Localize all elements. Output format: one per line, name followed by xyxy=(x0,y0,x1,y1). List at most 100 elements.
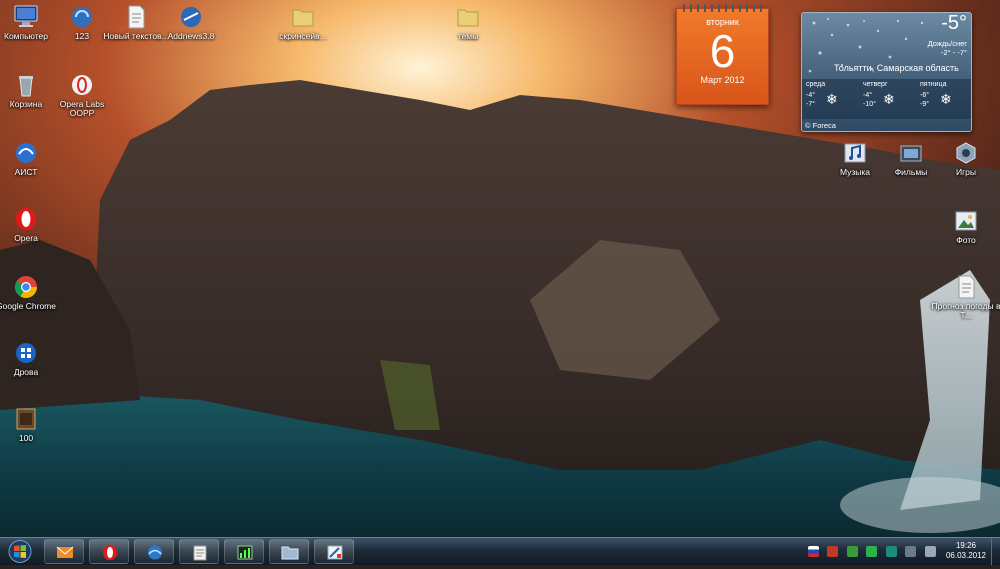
folder-icon xyxy=(455,4,481,30)
movies-icon xyxy=(898,140,924,166)
desktop-icon-label: АИСТ xyxy=(14,167,38,177)
desktop-icon-addnews[interactable]: Addnews3.8 xyxy=(156,4,226,41)
desktop-icon-label: Opera Labs OOPP xyxy=(59,99,105,118)
snow-icon: ❄ xyxy=(883,91,895,107)
app-icon xyxy=(69,4,95,30)
snow-icon: ❄ xyxy=(940,91,952,107)
forecast-day-name: четверг xyxy=(863,81,888,88)
forecast-temps: -4° -10° xyxy=(863,91,876,109)
taskbar-task-manager-button[interactable] xyxy=(224,539,264,564)
photo-icon xyxy=(953,208,979,234)
clock-time: 19:26 xyxy=(955,541,976,550)
weather-location: Тольятти, Самарская область xyxy=(834,63,959,73)
system-tray xyxy=(808,543,940,561)
forecast-low: -9° xyxy=(920,101,930,108)
show-desktop-button[interactable] xyxy=(991,538,1000,565)
desktop-icon-label: 100 xyxy=(18,433,34,443)
start-button[interactable] xyxy=(2,539,38,564)
weather-condition-text: Дождь/снег xyxy=(927,39,967,48)
tray-agent-icon[interactable] xyxy=(866,546,878,558)
taskbar-explorer-button[interactable] xyxy=(269,539,309,564)
desktop-icon-opera[interactable]: Opera xyxy=(0,206,61,243)
calendar-rings xyxy=(683,4,762,12)
snow-icon: ❄ xyxy=(826,91,838,107)
forecast-high: -4° xyxy=(863,92,873,99)
taskbar-browser-button[interactable] xyxy=(134,539,174,564)
taskbar-clock[interactable]: 19:26 06.03.2012 xyxy=(946,541,986,561)
desktop-icon-screensaver-folder[interactable]: скринсейв... xyxy=(268,4,338,41)
volume-icon[interactable] xyxy=(924,546,936,558)
taskbar: 19:26 06.03.2012 xyxy=(0,537,1000,565)
addnews-icon xyxy=(178,4,204,30)
desktop-icon-chrome[interactable]: Google Chrome xyxy=(0,274,61,311)
weather-gadget[interactable]: -5° Дождь/снег -2° - -7° Тольятти, Самар… xyxy=(801,12,972,132)
desktop-icon-weather-forecast[interactable]: Прогноз погоды в Т... xyxy=(931,274,1000,320)
calendar-month: Март 2012 xyxy=(700,75,745,85)
desktop-icon-label: Google Chrome xyxy=(0,301,56,311)
desktop-icon-label: Дрова xyxy=(13,367,39,377)
games-icon xyxy=(953,140,979,166)
forecast-high: -4° xyxy=(806,92,816,99)
text-document-icon xyxy=(123,4,149,30)
drivers-icon xyxy=(13,340,39,366)
recycle-bin-icon xyxy=(13,72,39,98)
forecast-day: четверг -4° -10° ❄ xyxy=(859,81,913,108)
desktop-icon-label: Opera xyxy=(14,233,38,243)
aist-icon xyxy=(13,140,39,166)
weather-credit-link[interactable]: © Foreca xyxy=(805,121,836,130)
clock-date: 06.03.2012 xyxy=(945,551,986,560)
tray-sync-icon[interactable] xyxy=(846,546,858,558)
forecast-document-icon xyxy=(953,274,979,300)
language-flag-icon[interactable] xyxy=(808,546,819,558)
folder-icon xyxy=(290,4,316,30)
forecast-low: -10° xyxy=(863,101,876,108)
calendar-gadget[interactable]: вторник 6 Март 2012 xyxy=(676,4,769,105)
desktop-icon-label: Фото xyxy=(956,235,976,245)
opera-icon xyxy=(13,206,39,232)
shield-icon[interactable] xyxy=(885,546,897,558)
taskbar-opera-button[interactable] xyxy=(89,539,129,564)
desktop-icon-label: Игры xyxy=(955,167,977,177)
forecast-day: среда -4° -7° ❄ xyxy=(802,81,856,108)
desktop-icon-label: Addnews3.8 xyxy=(167,31,215,41)
forecast-day: пятница -6° -9° ❄ xyxy=(916,81,970,108)
game-icon xyxy=(13,406,39,432)
weather-forecast: среда -4° -7° ❄ четверг -4° -10° ❄ пятница… xyxy=(802,79,971,119)
explorer-folder-icon xyxy=(281,546,299,560)
desktop-icon-themes-folder[interactable]: темы xyxy=(433,4,503,41)
paint-icon xyxy=(327,545,343,560)
forecast-temps: -4° -7° xyxy=(806,91,815,109)
network-icon[interactable] xyxy=(905,546,917,558)
mail-icon xyxy=(56,546,74,558)
computer-icon xyxy=(13,4,39,30)
weather-range: -2° - -7° xyxy=(940,48,967,57)
forecast-low: -7° xyxy=(806,101,816,108)
desktop-icon-100[interactable]: 100 xyxy=(0,406,61,443)
weather-condition: Дождь/снег -2° - -7° xyxy=(928,39,967,57)
desktop-icon-drivers[interactable]: Дрова xyxy=(0,340,61,377)
opera-labs-icon xyxy=(69,72,95,98)
taskbar-notepad-button[interactable] xyxy=(179,539,219,564)
opera-icon xyxy=(103,544,117,561)
desktop-icon-aist[interactable]: АИСТ xyxy=(0,140,61,177)
tray-app-icon[interactable] xyxy=(827,546,839,558)
desktop-icon-label: темы xyxy=(457,31,479,41)
desktop-icon-label: Прогноз погоды в Т... xyxy=(931,301,1000,320)
taskbar-mail-button[interactable] xyxy=(44,539,84,564)
task-manager-icon xyxy=(237,545,253,560)
music-icon xyxy=(842,140,868,166)
desktop-icon-opera-labs[interactable]: Opera Labs OOPP xyxy=(47,72,117,118)
weather-current-temp: -5° xyxy=(941,12,967,34)
desktop-icon-photo[interactable]: Фото xyxy=(931,208,1000,245)
calendar-day: 6 xyxy=(709,25,736,77)
notepad-icon xyxy=(193,545,207,561)
desktop-icon-games[interactable]: Игры xyxy=(931,140,1000,177)
forecast-high: -6° xyxy=(920,92,930,99)
taskbar-paint-button[interactable] xyxy=(314,539,354,564)
desktop-icon-label: скринсейв... xyxy=(279,31,327,41)
forecast-day-name: среда xyxy=(806,81,826,88)
forecast-temps: -6° -9° xyxy=(920,91,929,109)
forecast-day-name: пятница xyxy=(920,81,947,88)
browser-icon xyxy=(148,545,162,560)
chrome-icon xyxy=(13,274,39,300)
